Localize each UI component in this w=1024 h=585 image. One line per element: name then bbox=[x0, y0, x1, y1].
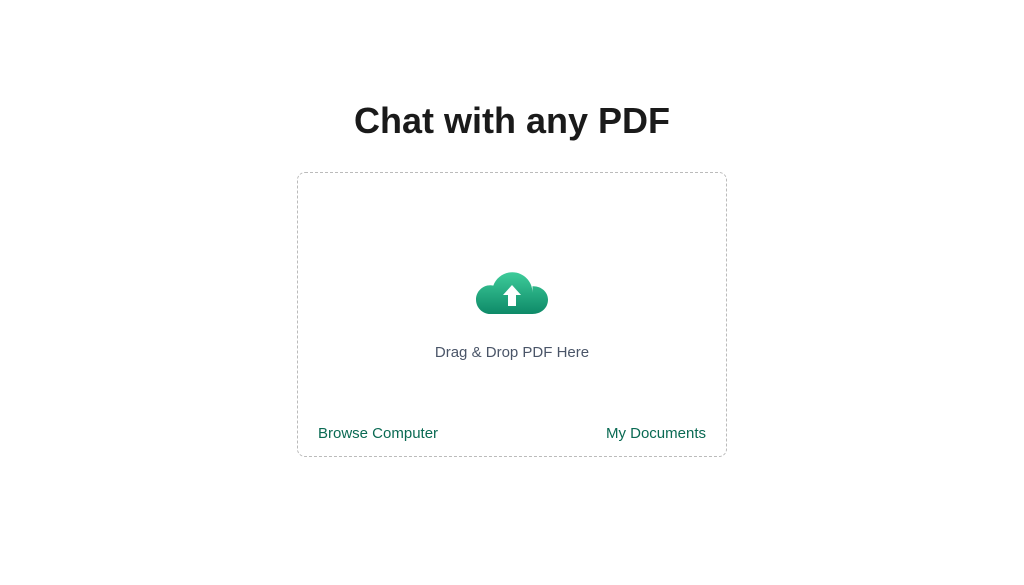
dropzone-click-area[interactable]: Drag & Drop PDF Here bbox=[298, 173, 726, 456]
page-title: Chat with any PDF bbox=[354, 100, 670, 142]
dropzone-hint-text: Drag & Drop PDF Here bbox=[435, 344, 589, 361]
cloud-upload-icon bbox=[476, 268, 548, 320]
my-documents-link[interactable]: My Documents bbox=[606, 425, 706, 442]
dropzone-footer: Browse Computer My Documents bbox=[298, 425, 726, 442]
browse-computer-link[interactable]: Browse Computer bbox=[318, 425, 438, 442]
upload-dropzone[interactable]: Drag & Drop PDF Here Browse Computer My … bbox=[297, 172, 727, 457]
